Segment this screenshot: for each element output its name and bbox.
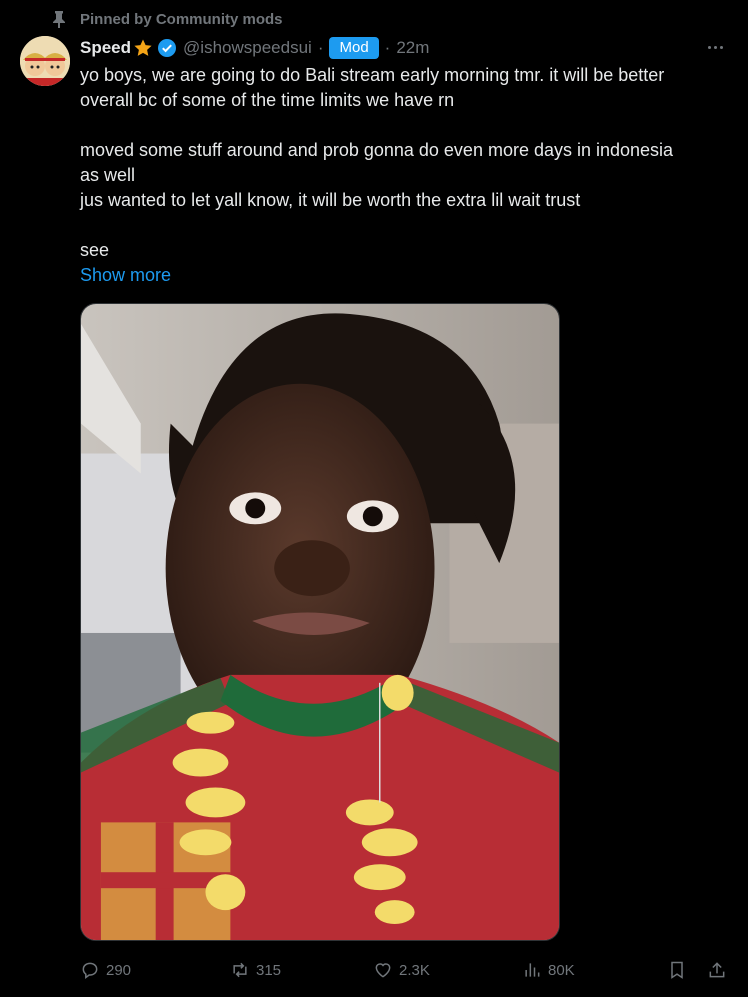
mod-badge: Mod bbox=[329, 37, 379, 59]
pinned-label: Pinned by Community mods bbox=[80, 10, 283, 28]
post-time[interactable]: 22m bbox=[396, 38, 429, 58]
views-chart-icon bbox=[525, 963, 540, 977]
repost-button[interactable]: 315 bbox=[230, 960, 281, 980]
post-text-line: see bbox=[80, 240, 110, 260]
repost-count: 315 bbox=[256, 961, 282, 979]
post-text-line: yo boys, we are going to do Bali stream … bbox=[80, 65, 665, 85]
separator-dot: · bbox=[384, 38, 391, 57]
more-dot bbox=[707, 45, 711, 49]
post-text-line: overall bc of some of the time limits we… bbox=[80, 90, 455, 110]
reply-button[interactable]: 290 bbox=[80, 960, 131, 980]
share-icon bbox=[709, 962, 725, 978]
bookmark-button[interactable] bbox=[667, 960, 687, 980]
separator-dot: · bbox=[317, 38, 324, 57]
repost-icon bbox=[233, 962, 247, 978]
heart-icon bbox=[375, 963, 391, 978]
bookmark-icon bbox=[671, 961, 683, 979]
view-count: 80K bbox=[548, 961, 575, 979]
post-header: Speed @ishowspeedsui · Mod · 22m bbox=[80, 35, 728, 61]
more-dot bbox=[719, 45, 723, 49]
reply-count: 290 bbox=[106, 961, 132, 979]
star-icon bbox=[134, 39, 152, 56]
avatar[interactable] bbox=[20, 36, 70, 86]
views-button[interactable]: 80K bbox=[522, 960, 575, 980]
more-dot bbox=[713, 45, 717, 49]
pinned-indicator: Pinned by Community mods bbox=[52, 10, 283, 28]
show-more-link[interactable]: Show more bbox=[80, 263, 171, 288]
author-handle[interactable]: @ishowspeedsui bbox=[183, 38, 312, 58]
author-name[interactable]: Speed bbox=[80, 38, 131, 58]
post-actions-bar: 290 315 2.3K 80K bbox=[80, 957, 728, 983]
pin-icon bbox=[53, 11, 65, 28]
more-options-button[interactable] bbox=[702, 37, 728, 57]
like-button[interactable]: 2.3K bbox=[373, 960, 430, 980]
like-count: 2.3K bbox=[399, 961, 430, 979]
post-text-line: moved some stuff around and prob gonna d… bbox=[80, 140, 674, 160]
post-photo[interactable] bbox=[80, 303, 560, 941]
share-button[interactable] bbox=[707, 960, 727, 980]
post-text-line: as well bbox=[80, 165, 136, 185]
verified-badge-icon bbox=[158, 39, 177, 57]
post-text-line: jus wanted to let yall know, it will be … bbox=[80, 190, 581, 210]
reply-icon bbox=[82, 962, 98, 979]
